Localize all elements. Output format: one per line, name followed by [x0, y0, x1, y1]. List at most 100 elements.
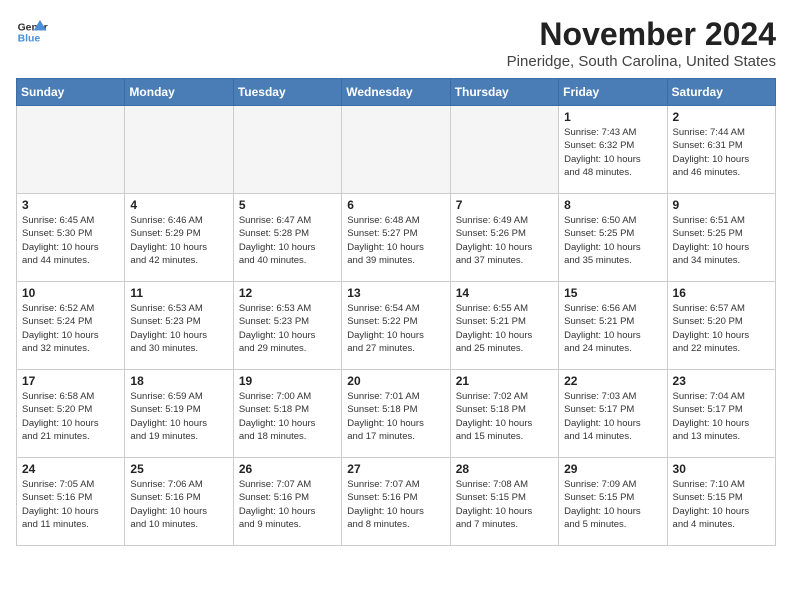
day-info: Sunrise: 7:07 AM Sunset: 5:16 PM Dayligh…: [347, 478, 444, 531]
day-number: 18: [130, 374, 227, 388]
day-number: 30: [673, 462, 770, 476]
day-number: 19: [239, 374, 336, 388]
day-info: Sunrise: 7:07 AM Sunset: 5:16 PM Dayligh…: [239, 478, 336, 531]
day-info: Sunrise: 7:06 AM Sunset: 5:16 PM Dayligh…: [130, 478, 227, 531]
day-info: Sunrise: 7:05 AM Sunset: 5:16 PM Dayligh…: [22, 478, 119, 531]
day-info: Sunrise: 7:10 AM Sunset: 5:15 PM Dayligh…: [673, 478, 770, 531]
day-number: 28: [456, 462, 553, 476]
week-row-5: 24 Sunrise: 7:05 AM Sunset: 5:16 PM Dayli…: [17, 458, 776, 546]
day-number: 23: [673, 374, 770, 388]
day-number: 3: [22, 198, 119, 212]
day-cell: 29 Sunrise: 7:09 AM Sunset: 5:15 PM Dayli…: [559, 458, 667, 546]
day-info: Sunrise: 6:54 AM Sunset: 5:22 PM Dayligh…: [347, 302, 444, 355]
day-cell: 12 Sunrise: 6:53 AM Sunset: 5:23 PM Dayli…: [233, 282, 341, 370]
day-info: Sunrise: 7:00 AM Sunset: 5:18 PM Dayligh…: [239, 390, 336, 443]
day-info: Sunrise: 6:46 AM Sunset: 5:29 PM Dayligh…: [130, 214, 227, 267]
day-number: 15: [564, 286, 661, 300]
day-cell: 27 Sunrise: 7:07 AM Sunset: 5:16 PM Dayli…: [342, 458, 450, 546]
day-cell: 7Sunrise: 6:49 AM Sunset: 5:26 PM Daylig…: [450, 194, 558, 282]
day-cell: 11 Sunrise: 6:53 AM Sunset: 5:23 PM Dayli…: [125, 282, 233, 370]
col-header-saturday: Saturday: [667, 79, 775, 106]
day-info: Sunrise: 6:45 AM Sunset: 5:30 PM Dayligh…: [22, 214, 119, 267]
month-title: November 2024: [507, 16, 776, 53]
day-info: Sunrise: 7:43 AM Sunset: 6:32 PM Dayligh…: [564, 126, 661, 179]
day-cell: 13 Sunrise: 6:54 AM Sunset: 5:22 PM Dayli…: [342, 282, 450, 370]
week-row-1: 1 Sunrise: 7:43 AM Sunset: 6:32 PM Daylig…: [17, 106, 776, 194]
week-row-4: 17 Sunrise: 6:58 AM Sunset: 5:20 PM Dayli…: [17, 370, 776, 458]
day-info: Sunrise: 6:50 AM Sunset: 5:25 PM Dayligh…: [564, 214, 661, 267]
day-cell: 10Sunrise: 6:52 AM Sunset: 5:24 PM Dayli…: [17, 282, 125, 370]
day-cell: 22Sunrise: 7:03 AM Sunset: 5:17 PM Dayli…: [559, 370, 667, 458]
day-info: Sunrise: 6:57 AM Sunset: 5:20 PM Dayligh…: [673, 302, 770, 355]
day-number: 6: [347, 198, 444, 212]
header: General Blue November 2024 Pineridge, So…: [16, 16, 776, 70]
col-header-tuesday: Tuesday: [233, 79, 341, 106]
day-cell: 3 Sunrise: 6:45 AM Sunset: 5:30 PM Daylig…: [17, 194, 125, 282]
day-info: Sunrise: 6:56 AM Sunset: 5:21 PM Dayligh…: [564, 302, 661, 355]
title-area: November 2024 Pineridge, South Carolina,…: [507, 16, 776, 70]
day-cell: 15 Sunrise: 6:56 AM Sunset: 5:21 PM Dayli…: [559, 282, 667, 370]
day-info: Sunrise: 6:48 AM Sunset: 5:27 PM Dayligh…: [347, 214, 444, 267]
day-number: 29: [564, 462, 661, 476]
week-row-2: 3 Sunrise: 6:45 AM Sunset: 5:30 PM Daylig…: [17, 194, 776, 282]
day-number: 25: [130, 462, 227, 476]
day-cell: 20 Sunrise: 7:01 AM Sunset: 5:18 PM Dayli…: [342, 370, 450, 458]
day-cell: 18 Sunrise: 6:59 AM Sunset: 5:19 PM Dayli…: [125, 370, 233, 458]
day-number: 20: [347, 374, 444, 388]
day-cell: 4 Sunrise: 6:46 AM Sunset: 5:29 PM Daylig…: [125, 194, 233, 282]
day-number: 9: [673, 198, 770, 212]
day-cell: 2Sunrise: 7:44 AM Sunset: 6:31 PM Daylig…: [667, 106, 775, 194]
day-number: 4: [130, 198, 227, 212]
day-info: Sunrise: 6:59 AM Sunset: 5:19 PM Dayligh…: [130, 390, 227, 443]
day-cell: 25 Sunrise: 7:06 AM Sunset: 5:16 PM Dayli…: [125, 458, 233, 546]
day-cell: 28 Sunrise: 7:08 AM Sunset: 5:15 PM Dayli…: [450, 458, 558, 546]
col-header-monday: Monday: [125, 79, 233, 106]
day-number: 12: [239, 286, 336, 300]
day-info: Sunrise: 6:58 AM Sunset: 5:20 PM Dayligh…: [22, 390, 119, 443]
col-header-wednesday: Wednesday: [342, 79, 450, 106]
day-cell: 19 Sunrise: 7:00 AM Sunset: 5:18 PM Dayli…: [233, 370, 341, 458]
day-cell: 24 Sunrise: 7:05 AM Sunset: 5:16 PM Dayli…: [17, 458, 125, 546]
day-number: 11: [130, 286, 227, 300]
day-cell: 26 Sunrise: 7:07 AM Sunset: 5:16 PM Dayli…: [233, 458, 341, 546]
day-number: 1: [564, 110, 661, 124]
day-number: 26: [239, 462, 336, 476]
day-number: 24: [22, 462, 119, 476]
day-cell: 30 Sunrise: 7:10 AM Sunset: 5:15 PM Dayli…: [667, 458, 775, 546]
day-number: 7: [456, 198, 553, 212]
day-info: Sunrise: 6:53 AM Sunset: 5:23 PM Dayligh…: [130, 302, 227, 355]
header-row: SundayMondayTuesdayWednesdayThursdayFrid…: [17, 79, 776, 106]
day-info: Sunrise: 7:02 AM Sunset: 5:18 PM Dayligh…: [456, 390, 553, 443]
day-info: Sunrise: 7:01 AM Sunset: 5:18 PM Dayligh…: [347, 390, 444, 443]
day-info: Sunrise: 7:09 AM Sunset: 5:15 PM Dayligh…: [564, 478, 661, 531]
day-cell: 1 Sunrise: 7:43 AM Sunset: 6:32 PM Daylig…: [559, 106, 667, 194]
day-number: 5: [239, 198, 336, 212]
day-info: Sunrise: 6:53 AM Sunset: 5:23 PM Dayligh…: [239, 302, 336, 355]
day-number: 8: [564, 198, 661, 212]
day-cell: 23Sunrise: 7:04 AM Sunset: 5:17 PM Dayli…: [667, 370, 775, 458]
col-header-thursday: Thursday: [450, 79, 558, 106]
svg-text:Blue: Blue: [18, 34, 41, 45]
day-cell: 17 Sunrise: 6:58 AM Sunset: 5:20 PM Dayli…: [17, 370, 125, 458]
day-number: 13: [347, 286, 444, 300]
day-info: Sunrise: 7:03 AM Sunset: 5:17 PM Dayligh…: [564, 390, 661, 443]
day-cell: [233, 106, 341, 194]
logo: General Blue: [16, 16, 48, 48]
day-cell: 5Sunrise: 6:47 AM Sunset: 5:28 PM Daylig…: [233, 194, 341, 282]
day-number: 21: [456, 374, 553, 388]
day-info: Sunrise: 6:55 AM Sunset: 5:21 PM Dayligh…: [456, 302, 553, 355]
day-info: Sunrise: 6:52 AM Sunset: 5:24 PM Dayligh…: [22, 302, 119, 355]
day-cell: 16Sunrise: 6:57 AM Sunset: 5:20 PM Dayli…: [667, 282, 775, 370]
day-cell: 14Sunrise: 6:55 AM Sunset: 5:21 PM Dayli…: [450, 282, 558, 370]
day-info: Sunrise: 6:51 AM Sunset: 5:25 PM Dayligh…: [673, 214, 770, 267]
day-info: Sunrise: 7:08 AM Sunset: 5:15 PM Dayligh…: [456, 478, 553, 531]
day-info: Sunrise: 7:44 AM Sunset: 6:31 PM Dayligh…: [673, 126, 770, 179]
day-cell: [342, 106, 450, 194]
day-number: 27: [347, 462, 444, 476]
day-number: 17: [22, 374, 119, 388]
day-cell: [125, 106, 233, 194]
day-cell: 8 Sunrise: 6:50 AM Sunset: 5:25 PM Daylig…: [559, 194, 667, 282]
day-cell: 6 Sunrise: 6:48 AM Sunset: 5:27 PM Daylig…: [342, 194, 450, 282]
col-header-sunday: Sunday: [17, 79, 125, 106]
day-cell: [450, 106, 558, 194]
